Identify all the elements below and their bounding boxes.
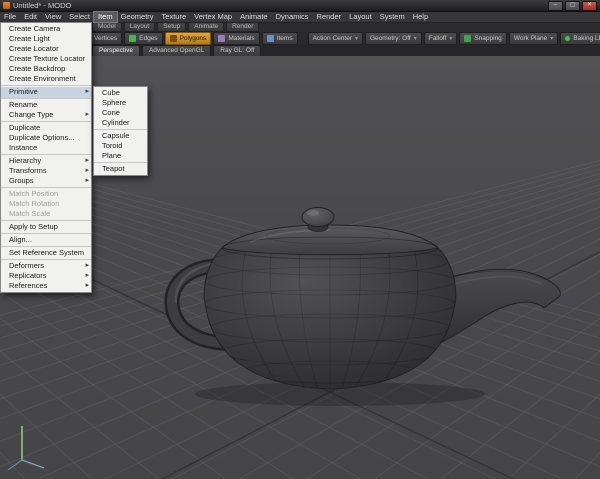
snapping-icon [464,35,472,42]
submenu-item[interactable]: Teapot [94,164,147,174]
menu-item[interactable]: Transforms [1,166,91,176]
menubar-item[interactable]: Edit [20,12,41,22]
minimize-button[interactable]: – [548,0,563,11]
menubar-item[interactable]: Render [313,12,346,22]
window-title: Untitled* - MODO [13,1,72,10]
menu-item[interactable]: Align... [1,235,91,247]
tool-pipeline-group: Action Center Geometry: Off Falloff Snap… [307,32,600,45]
submenu-item[interactable]: Cylinder [94,118,147,130]
layout-tab[interactable]: Animate [188,22,225,32]
layout-tab[interactable]: Setup [157,22,187,32]
menu-item[interactable]: Create Backdrop [1,64,91,74]
menubar-item[interactable]: Vertex Map [190,12,236,22]
menu-item[interactable]: Create Camera [1,24,91,34]
menu-item[interactable]: References [1,281,91,291]
menu-item[interactable]: Primitive [1,87,91,99]
edges-icon [129,35,137,42]
menu-item[interactable]: Hierarchy [1,156,91,166]
menubar-item[interactable]: Select [65,12,94,22]
polygons-icon [169,35,177,42]
viewport-tab[interactable]: Advanced OpenGL [141,45,212,56]
items-icon [266,35,274,42]
menu-item[interactable]: Instance [1,143,91,155]
menu-item[interactable]: Match Position [1,189,91,199]
menubar-item[interactable]: Item [93,11,118,23]
component-mode-group: Vertices Edges Polygons Materials Items [79,32,298,45]
menu-item[interactable]: Create Light [1,34,91,44]
close-button[interactable]: ✕ [582,0,597,11]
menubar-item[interactable]: Animate [236,12,272,22]
menubar-item[interactable]: Dynamics [272,12,313,22]
mode-button[interactable]: Edges [124,32,163,45]
app-icon [3,2,10,9]
submenu-item[interactable]: Plane [94,151,147,163]
menu-item[interactable]: Create Texture Locator [1,54,91,64]
menu-item[interactable]: Create Locator [1,44,91,54]
submenu-item[interactable]: Sphere [94,98,147,108]
menu-item[interactable]: Apply to Setup [1,222,91,234]
primitive-submenu: Cube Sphere Cone Cylinder Capsule Toroid… [93,86,148,176]
menu-item[interactable]: Match Scale [1,209,91,221]
menu-item[interactable]: Duplicate Options... [1,133,91,143]
layout-tab[interactable]: Layout [123,22,156,32]
menubar-item[interactable]: System [376,12,409,22]
layout-tab[interactable]: Model [92,22,122,32]
tool-button[interactable]: Falloff [423,32,458,45]
menubar-item[interactable]: Layout [345,12,376,22]
maximize-button[interactable]: ▢ [565,0,580,11]
viewport-tab[interactable]: Ray GL: Off [213,45,262,56]
menu-item[interactable]: Set Reference System [1,248,91,260]
mode-button[interactable]: Polygons [164,32,212,45]
menu-item[interactable]: Groups [1,176,91,188]
menubar-item[interactable]: View [41,12,65,22]
menu-item[interactable]: Replicators [1,271,91,281]
axis-gizmo [7,426,45,471]
menu-item[interactable]: Create Environment [1,74,91,86]
mode-button[interactable]: Items [261,32,298,45]
submenu-item[interactable]: Capsule [94,131,147,141]
menubar-item[interactable]: Help [409,12,432,22]
item-menu: Create Camera Create Light Create Locato… [0,22,92,293]
submenu-item[interactable]: Toroid [94,141,147,151]
tool-button[interactable]: Work Plane [508,32,559,45]
teapot-model[interactable] [164,207,561,407]
tool-button[interactable]: Geometry: Off [365,32,422,45]
menu-item[interactable]: Deformers [1,261,91,271]
submenu-item[interactable]: Cone [94,108,147,118]
mode-button[interactable]: Materials [213,32,260,45]
baking-dot [565,36,571,41]
tool-button[interactable]: Snapping [459,32,507,45]
teapot-spout [439,268,561,343]
viewport-tab[interactable]: Perspective [92,45,140,56]
menu-item[interactable]: Change Type [1,110,91,122]
menu-item[interactable]: Match Rotation [1,199,91,209]
menubar-item[interactable]: File [0,12,20,22]
menu-item[interactable]: Rename [1,100,91,110]
layout-tab[interactable]: Render [226,22,260,32]
titlebar: Untitled* - MODO – ▢ ✕ [0,0,600,12]
submenu-item[interactable]: Cube [94,88,147,98]
materials-icon [218,35,226,42]
tool-button[interactable]: Baking LE [560,32,600,45]
menubar-item[interactable]: Geometry [117,12,158,22]
menubar-item[interactable]: Texture [158,12,191,22]
menu-item[interactable]: Duplicate [1,123,91,133]
tool-button[interactable]: Action Center [307,32,363,45]
